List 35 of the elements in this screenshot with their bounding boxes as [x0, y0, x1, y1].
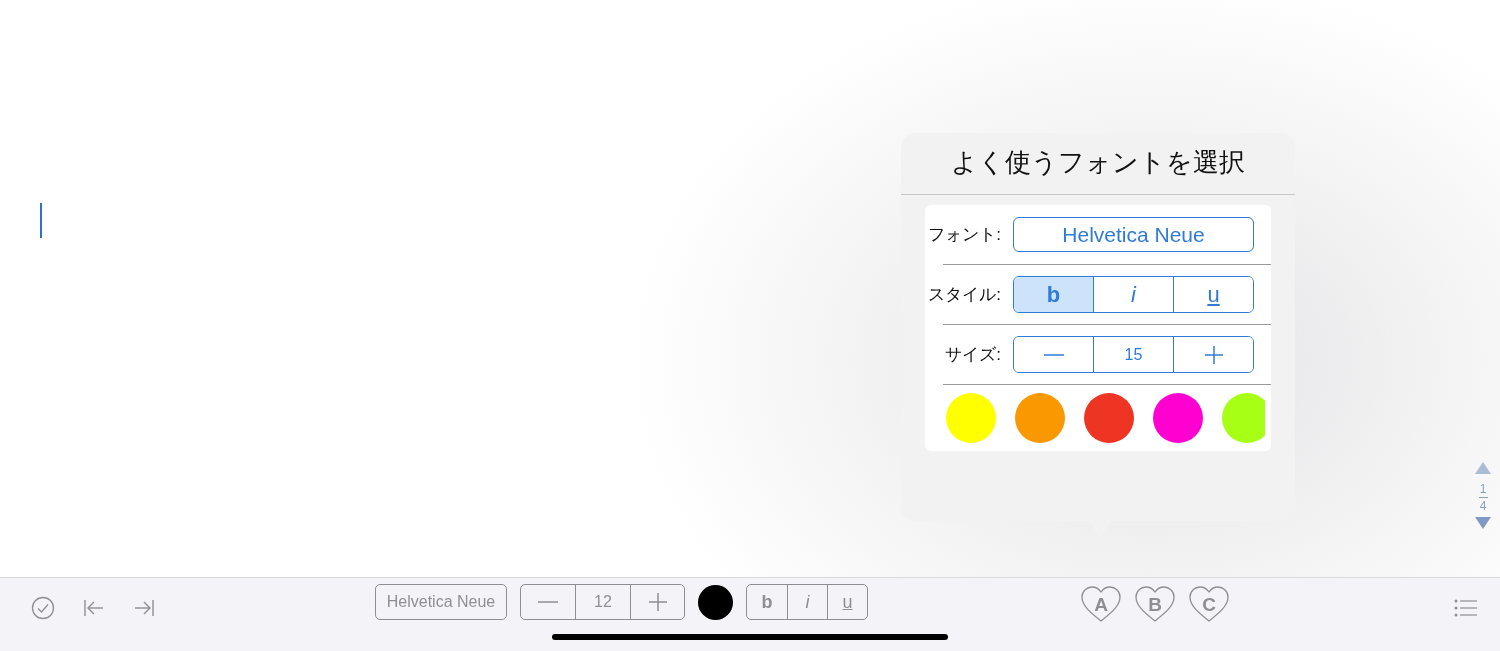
color-swatch[interactable]: [1084, 393, 1134, 443]
color-swatch[interactable]: [946, 393, 996, 443]
font-button[interactable]: Helvetica Neue: [375, 584, 507, 620]
text-color-button[interactable]: [698, 585, 733, 620]
font-size-value: 12: [575, 585, 630, 619]
color-swatch[interactable]: [1153, 393, 1203, 443]
font-label: フォント:: [927, 223, 1001, 246]
up-triangle-icon: [1475, 462, 1491, 474]
style-label: スタイル:: [927, 283, 1001, 306]
checkmark-circle-icon: [31, 596, 55, 620]
page-up-button[interactable]: [1475, 462, 1491, 474]
page-down-button[interactable]: [1475, 517, 1491, 529]
current-page: 1: [1479, 482, 1487, 496]
style-button[interactable]: b: [747, 585, 787, 619]
text-cursor: [40, 203, 42, 238]
style-button[interactable]: u: [827, 585, 867, 619]
down-triangle-icon: [1475, 517, 1491, 529]
style-segment[interactable]: b: [1014, 277, 1093, 312]
popover-title: よく使うフォントを選択: [901, 133, 1295, 195]
increase-button[interactable]: [1173, 337, 1253, 372]
color-swatch[interactable]: [1222, 393, 1265, 443]
color-swatch[interactable]: [1015, 393, 1065, 443]
size-label: サイズ:: [944, 343, 1001, 366]
heart-button[interactable]: B: [1133, 584, 1177, 624]
heart-button[interactable]: A: [1079, 584, 1123, 624]
minus-icon: [538, 601, 558, 603]
minus-icon: [1043, 353, 1064, 356]
plus-icon: [1202, 344, 1225, 365]
style-segment[interactable]: u: [1173, 277, 1253, 312]
total-pages: 4: [1479, 499, 1487, 513]
font-field[interactable]: Helvetica Neue: [1013, 217, 1254, 252]
heart-button[interactable]: C: [1187, 584, 1231, 624]
style-button[interactable]: i: [787, 585, 827, 619]
plus-icon: [646, 592, 669, 612]
done-button[interactable]: [31, 596, 55, 620]
